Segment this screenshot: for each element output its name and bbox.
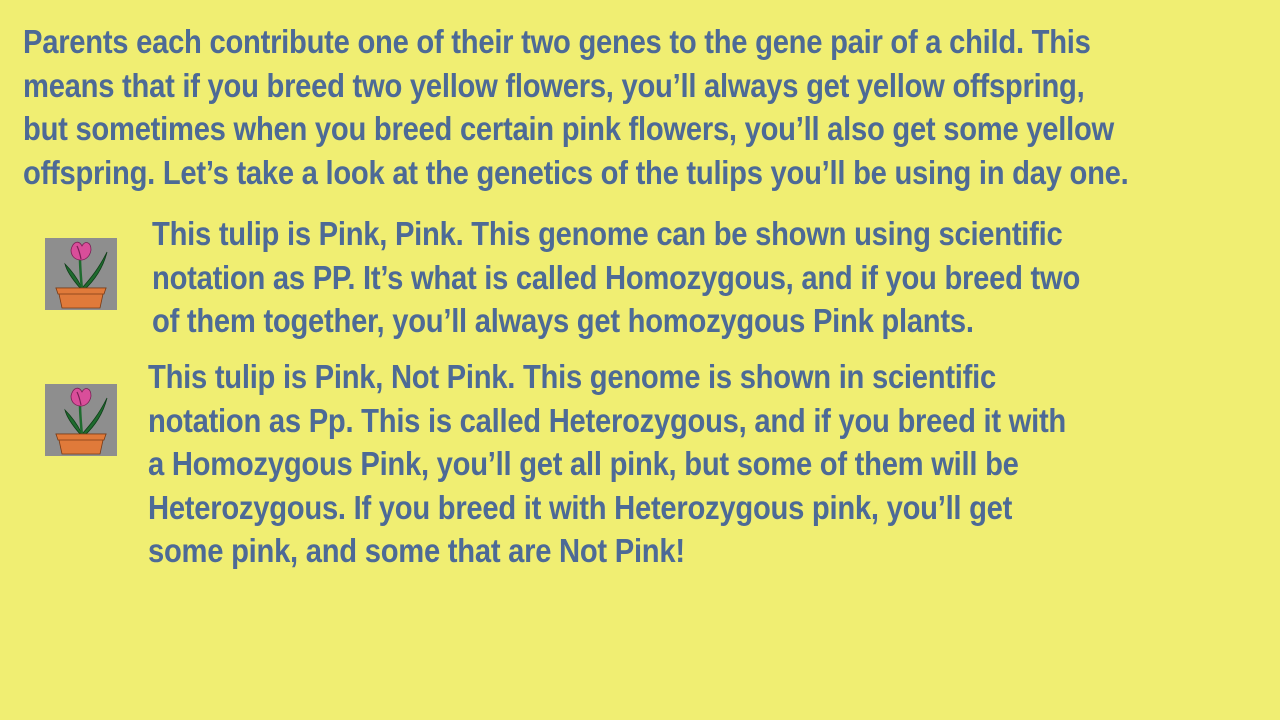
intro-paragraph: Parents each contribute one of their two… (23, 20, 1129, 194)
intro-line: offspring. Let’s take a look at the gene… (23, 153, 1129, 191)
homozygous-line: This tulip is Pink, Pink. This genome ca… (152, 215, 1063, 252)
homozygous-description: This tulip is Pink, Pink. This genome ca… (152, 212, 1080, 343)
slide: Parents each contribute one of their two… (0, 0, 1280, 720)
homozygous-line: of them together, you’ll always get homo… (152, 302, 974, 339)
heterozygous-line: some pink, and some that are Not Pink! (148, 532, 685, 569)
heterozygous-line: notation as Pp. This is called Heterozyg… (148, 401, 1067, 439)
homozygous-line: notation as PP. It’s what is called Homo… (152, 258, 1081, 296)
heterozygous-line: a Homozygous Pink, you’ll get all pink, … (148, 445, 1019, 482)
intro-line: means that if you breed two yellow flowe… (23, 66, 1085, 104)
tulip-icon (45, 238, 117, 310)
intro-line: but sometimes when you breed certain pin… (23, 110, 1114, 147)
heterozygous-line: This tulip is Pink, Not Pink. This genom… (148, 358, 996, 395)
intro-line: Parents each contribute one of their two… (23, 23, 1091, 60)
heterozygous-line: Heterozygous. If you breed it with Heter… (148, 488, 1013, 526)
heterozygous-description: This tulip is Pink, Not Pink. This genom… (148, 355, 1066, 573)
tulip-icon (45, 384, 117, 456)
